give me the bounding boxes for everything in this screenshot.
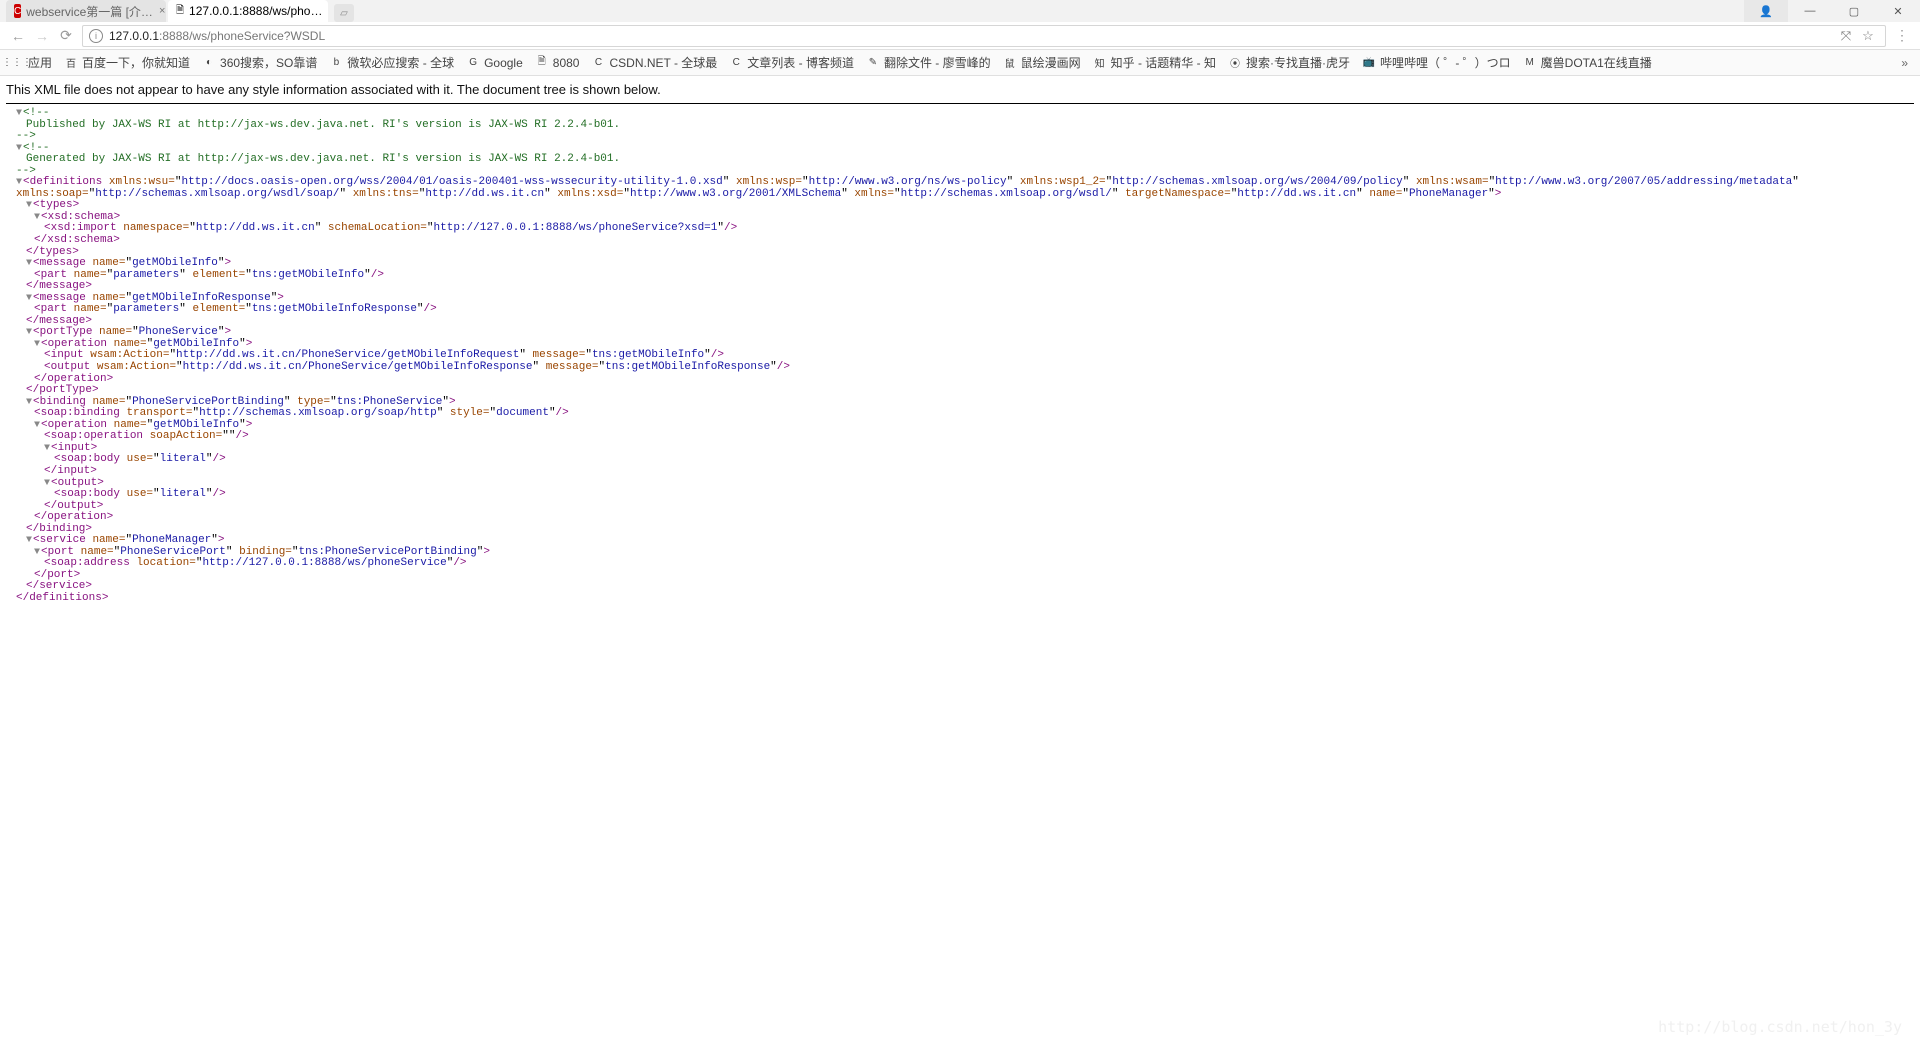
bookmarks-overflow[interactable]: » bbox=[1893, 56, 1916, 70]
bookmark-item[interactable]: 🗎 8080 bbox=[529, 52, 586, 74]
bookmark-item[interactable]: C 文章列表 - 博客频道 bbox=[723, 52, 860, 74]
watermark: http://blog.csdn.net/hon_3y bbox=[1658, 1018, 1902, 1036]
close-icon[interactable]: × bbox=[159, 5, 165, 17]
bookmark-item[interactable]: G Google bbox=[460, 52, 529, 74]
bookmark-label: 哔哩哔哩（ ゜- ゜）つロ bbox=[1380, 54, 1511, 71]
bookmark-icon: C bbox=[591, 56, 605, 70]
bookmark-icon: ✎ bbox=[866, 56, 880, 70]
tab-label: webservice第一篇 [介… bbox=[26, 3, 153, 20]
bookmark-icon: 百 bbox=[64, 56, 78, 70]
bookmark-label: 鼠绘漫画网 bbox=[1021, 54, 1081, 71]
bookmark-icon: 鼠 bbox=[1003, 56, 1017, 70]
new-tab-button[interactable]: ▱ bbox=[334, 4, 354, 22]
info-icon[interactable]: i bbox=[89, 29, 103, 43]
bookmark-label: 应用 bbox=[28, 54, 52, 71]
bookmark-label: 知乎 - 话题精华 - 知 bbox=[1111, 54, 1216, 71]
bookmark-label: 文章列表 - 博客频道 bbox=[747, 54, 854, 71]
divider bbox=[6, 103, 1914, 104]
bookmark-item[interactable]: M 魔兽DOTA1在线直播 bbox=[1517, 52, 1658, 74]
maximize-button[interactable]: ▢ bbox=[1832, 0, 1876, 22]
back-button[interactable]: ← bbox=[6, 24, 30, 48]
bookmark-item[interactable]: ⦿ 搜索·专找直播·虎牙 bbox=[1222, 52, 1356, 74]
url-input[interactable]: i 127.0.0.1:8888/ws/phoneService?WSDL ⤧ … bbox=[82, 25, 1886, 47]
tab-webservice[interactable]: C webservice第一篇 [介… × bbox=[6, 0, 166, 22]
bookmark-label: Google bbox=[484, 56, 523, 70]
bookmark-label: 百度一下，你就知道 bbox=[82, 54, 190, 71]
bookmark-label: 8080 bbox=[553, 56, 580, 70]
xml-tree: ▼<!-- Published by JAX-WS RI at http://j… bbox=[6, 108, 1914, 605]
bookmark-label: 360搜索，SO靠谱 bbox=[220, 54, 317, 71]
bookmark-icon: ⦿ bbox=[1228, 56, 1242, 70]
bookmark-icon: M bbox=[1523, 56, 1537, 70]
bookmark-item[interactable]: C CSDN.NET - 全球最 bbox=[585, 52, 723, 74]
bookmark-item[interactable]: b 微软必应搜索 - 全球 bbox=[323, 52, 460, 74]
close-window-button[interactable]: ✕ bbox=[1876, 0, 1920, 22]
bookmark-item[interactable]: 📺 哔哩哔哩（ ゜- ゜）つロ bbox=[1356, 52, 1517, 74]
xml-style-message: This XML file does not appear to have an… bbox=[6, 82, 1914, 103]
tab-strip: C webservice第一篇 [介… × 🗎 127.0.0.1:8888/w… bbox=[0, 0, 1920, 22]
star-icon[interactable]: ☆ bbox=[1857, 25, 1879, 47]
user-icon[interactable]: 👤 bbox=[1744, 0, 1788, 22]
bookmark-label: 微软必应搜索 - 全球 bbox=[347, 54, 454, 71]
csdn-icon: C bbox=[14, 4, 21, 18]
bookmark-item[interactable]: 鼠鼠绘漫画网 bbox=[997, 52, 1087, 74]
bookmark-icon: G bbox=[466, 56, 480, 70]
bookmark-item[interactable]: ✎ 翻除文件 - 廖雪峰的 bbox=[860, 52, 997, 74]
window-controls: 👤 — ▢ ✕ bbox=[1744, 0, 1920, 22]
url-rest: :8888/ws/phoneService?WSDL bbox=[159, 29, 325, 43]
bookmark-item[interactable]: ⋮⋮⋮ 应用 bbox=[4, 52, 58, 74]
menu-button[interactable]: ⋮ bbox=[1890, 24, 1914, 48]
address-bar: ← → ⟳ i 127.0.0.1:8888/ws/phoneService?W… bbox=[0, 22, 1920, 50]
bookmark-label: 魔兽DOTA1在线直播 bbox=[1541, 54, 1652, 71]
url-host: 127.0.0.1 bbox=[109, 29, 159, 43]
bookmark-label: 搜索·专找直播·虎牙 bbox=[1246, 54, 1350, 71]
page-content: This XML file does not appear to have an… bbox=[0, 76, 1920, 605]
forward-button[interactable]: → bbox=[30, 24, 54, 48]
bookmark-item[interactable]: ◐ 360搜索，SO靠谱 bbox=[196, 52, 323, 74]
bookmark-icon: b bbox=[329, 56, 343, 70]
bookmark-icon: 📺 bbox=[1362, 56, 1376, 70]
reload-button[interactable]: ⟳ bbox=[54, 24, 78, 48]
bookmark-item[interactable]: 知知乎 - 话题精华 - 知 bbox=[1087, 52, 1222, 74]
bookmark-label: 翻除文件 - 廖雪峰的 bbox=[884, 54, 991, 71]
bookmark-icon: 🗎 bbox=[535, 56, 549, 70]
bookmark-item[interactable]: 百百度一下，你就知道 bbox=[58, 52, 196, 74]
translate-icon[interactable]: ⤧ bbox=[1835, 25, 1857, 47]
bookmark-icon: C bbox=[729, 56, 743, 70]
minimize-button[interactable]: — bbox=[1788, 0, 1832, 22]
tab-label: 127.0.0.1:8888/ws/pho… bbox=[189, 4, 322, 18]
bookmark-icon: ⋮⋮⋮ bbox=[10, 56, 24, 70]
page-icon: 🗎 bbox=[176, 4, 184, 18]
bookmarks-bar: ⋮⋮⋮ 应用百百度一下，你就知道 ◐ 360搜索，SO靠谱 b 微软必应搜索 - 全球 GG… bbox=[0, 50, 1920, 76]
tab-wsdl[interactable]: 🗎 127.0.0.1:8888/ws/pho… × bbox=[168, 0, 328, 22]
bookmark-icon: 知 bbox=[1093, 56, 1107, 70]
bookmark-label: CSDN.NET - 全球最 bbox=[609, 54, 717, 71]
bookmark-icon: ◐ bbox=[202, 56, 216, 70]
